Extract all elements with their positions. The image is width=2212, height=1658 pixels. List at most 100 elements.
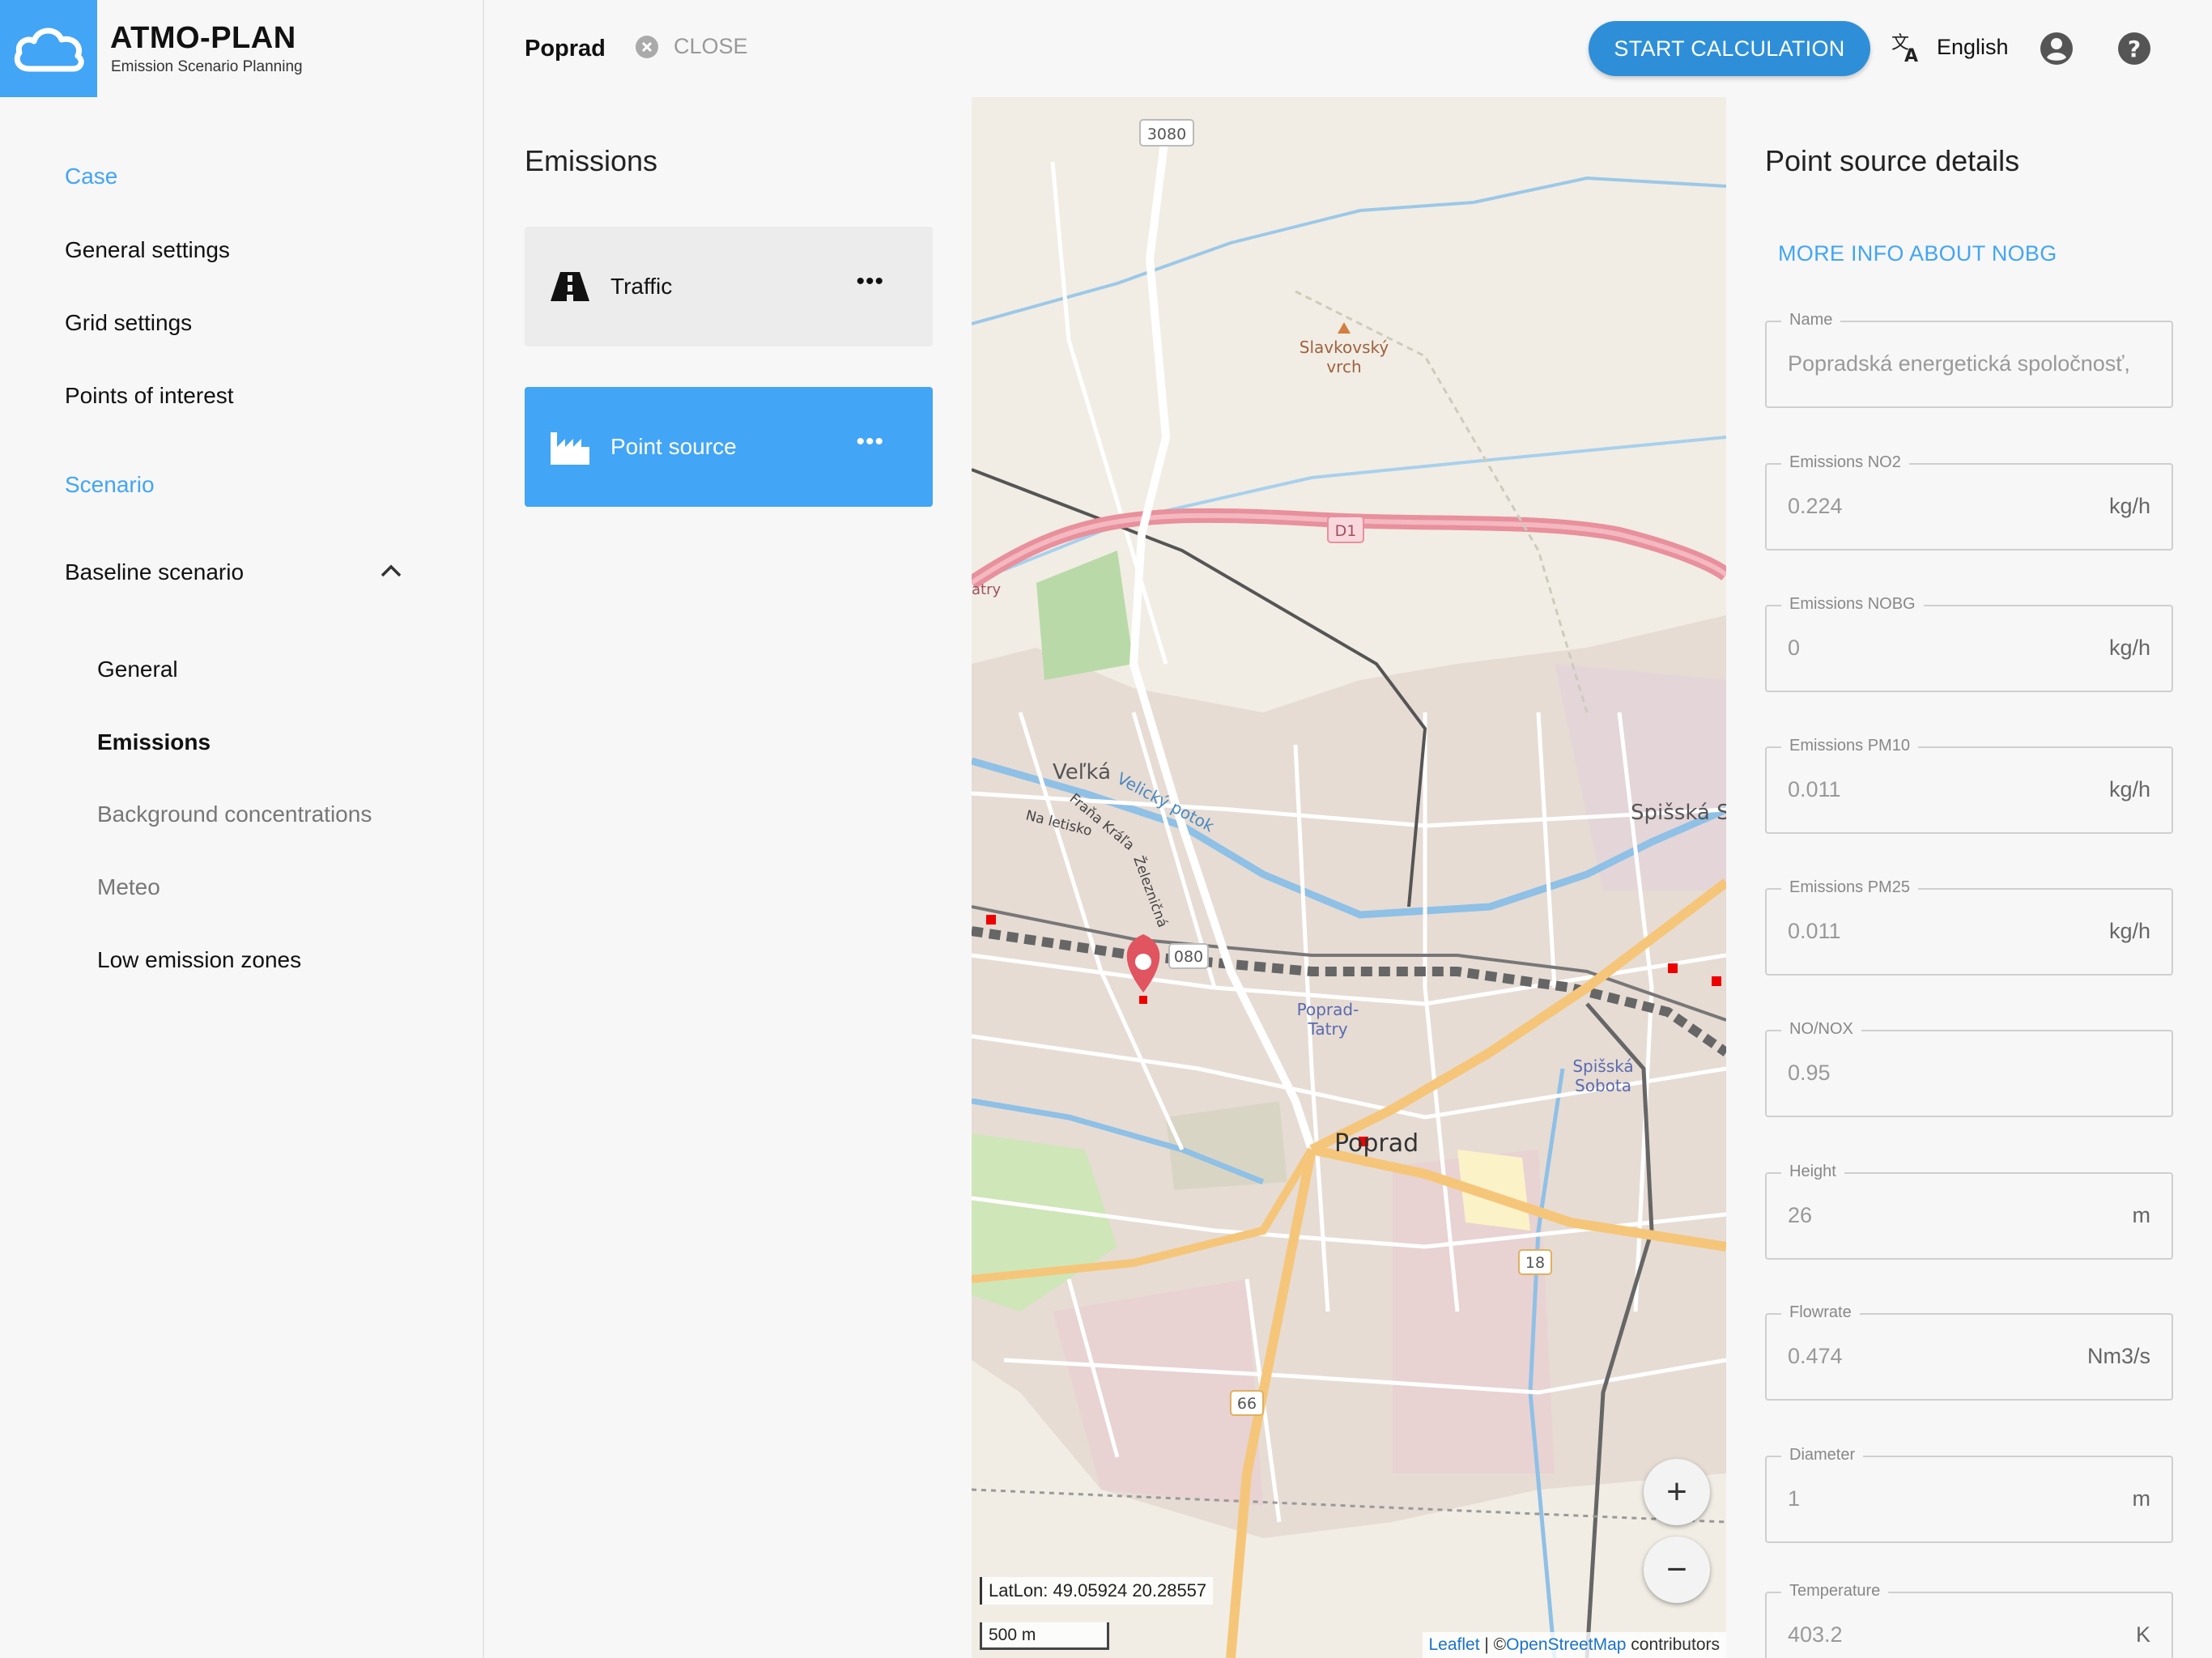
traffic-label: Traffic [610, 274, 673, 299]
field-value[interactable]: 0 [1788, 636, 1800, 661]
field-unit: kg/h [2108, 777, 2150, 801]
field-no-nox[interactable]: NO/NOX 0.95 [1765, 1020, 2173, 1117]
zoom-in-button[interactable]: + [1644, 1459, 1710, 1525]
nav-meteo[interactable]: Meteo [97, 874, 160, 900]
close-button[interactable]: CLOSE [635, 34, 748, 59]
nav-section-case[interactable]: Case [65, 164, 117, 189]
attribution-tail: contributors [1626, 1635, 1720, 1654]
nav-points-of-interest[interactable]: Points of interest [65, 383, 234, 409]
field-unit: kg/h [2108, 919, 2150, 943]
field-value[interactable]: 0.011 [1788, 919, 1841, 944]
emission-card-point-source[interactable]: Point source ••• [525, 387, 933, 507]
nav-low-emission-zones[interactable]: Low emission zones [97, 947, 301, 973]
point-source-menu-icon[interactable]: ••• [856, 430, 884, 454]
field-height[interactable]: Height 26 m [1765, 1163, 2173, 1260]
field-value[interactable]: 403.2 [1788, 1622, 1843, 1647]
account-icon[interactable] [2039, 31, 2074, 66]
label-080: 080 [1174, 948, 1203, 966]
nav-general[interactable]: General [97, 657, 178, 682]
brand-title: ATMO-PLAN [110, 21, 296, 55]
field-emissions-pm25[interactable]: Emissions PM25 0.011 kg/h [1765, 878, 2173, 976]
cloud-icon [14, 28, 84, 72]
emissions-heading: Emissions [525, 144, 658, 177]
map[interactable]: 3080 D1 080 18 66 Slavkovský vrch Veľká … [972, 97, 1726, 1658]
field-value[interactable]: Popradská energetická spoločnosť, [1788, 351, 2130, 376]
attribution-sep: | © [1479, 1635, 1507, 1654]
field-unit: kg/h [2108, 494, 2150, 518]
label-vrch: vrch [1326, 357, 1361, 376]
field-label: Height [1781, 1163, 1844, 1181]
nav-general-settings[interactable]: General settings [65, 237, 230, 263]
peak-icon [1338, 322, 1351, 334]
road-icon [551, 272, 589, 301]
field-temperature[interactable]: Temperature 403.2 K [1765, 1582, 2173, 1658]
help-icon[interactable]: ? [2116, 31, 2152, 66]
nav-background-concentrations[interactable]: Background concentrations [97, 801, 372, 827]
field-value[interactable]: 0.95 [1788, 1061, 1831, 1086]
field-value[interactable]: 0.011 [1788, 777, 1841, 802]
field-emissions-pm10[interactable]: Emissions PM10 0.011 kg/h [1765, 737, 2173, 834]
more-info-nobg-link[interactable]: MORE INFO ABOUT NOBG [1778, 241, 2057, 266]
poi-marker [1668, 963, 1678, 973]
field-emissions-nobg[interactable]: Emissions NOBG 0 kg/h [1765, 595, 2173, 692]
point-source-label: Point source [610, 434, 737, 459]
river [972, 176, 1726, 325]
field-flowrate[interactable]: Flowrate 0.474 Nm3/s [1765, 1303, 2173, 1401]
field-label: Emissions PM25 [1781, 878, 1918, 897]
field-value[interactable]: 0.224 [1788, 494, 1843, 519]
field-label: Diameter [1781, 1446, 1864, 1465]
map-attribution: Leaflet | ©OpenStreetMap contributors [1422, 1632, 1726, 1658]
field-value[interactable]: 0.474 [1788, 1344, 1843, 1369]
language-label: English [1937, 34, 2009, 59]
field-label: Emissions PM10 [1781, 737, 1918, 755]
logo [0, 0, 97, 97]
app-root: ATMO-PLAN Emission Scenario Planning Cas… [0, 0, 2212, 1658]
field-label: NO/NOX [1781, 1020, 1861, 1039]
brand-subtitle: Emission Scenario Planning [111, 58, 303, 75]
nav-section-scenario[interactable]: Scenario [65, 472, 155, 498]
emission-card-traffic[interactable]: Traffic ••• [525, 227, 933, 346]
label-poprad-tatry-2: Tatry [1307, 1019, 1347, 1039]
label-poprad: Poprad [1334, 1129, 1419, 1158]
nav-baseline-scenario[interactable]: Baseline scenario [65, 559, 244, 585]
label-velka: Veľká [1053, 760, 1111, 784]
field-value[interactable]: 1 [1788, 1486, 1800, 1511]
label-spisska-sobota-2: Sobota [1575, 1076, 1631, 1095]
field-name[interactable]: Name Popradská energetická spoločnosť, [1765, 311, 2173, 408]
label-18: 18 [1525, 1254, 1545, 1272]
osm-link[interactable]: OpenStreetMap [1506, 1635, 1626, 1654]
poi-marker [986, 915, 996, 925]
label-spisska: Spišská S [1631, 801, 1726, 825]
poi-marker [1712, 976, 1721, 986]
close-circle-icon [636, 35, 658, 58]
field-label: Temperature [1781, 1582, 1889, 1601]
field-label: Emissions NOBG [1781, 595, 1924, 614]
nav-emissions[interactable]: Emissions [97, 729, 211, 755]
field-value[interactable]: 26 [1788, 1203, 1812, 1228]
label-slavkovsky: Slavkovský [1300, 338, 1389, 357]
river [972, 436, 1726, 585]
start-calculation-button[interactable]: START CALCULATION [1589, 21, 1870, 76]
close-label: CLOSE [674, 34, 748, 58]
nav-grid-settings[interactable]: Grid settings [65, 310, 192, 336]
map-tiles: 3080 D1 080 18 66 Slavkovský vrch Veľká … [972, 119, 1726, 1658]
language-selector[interactable]: 文 A English [1890, 31, 2009, 63]
field-label: Flowrate [1781, 1303, 1860, 1322]
field-emissions-no2[interactable]: Emissions NO2 0.224 kg/h [1765, 453, 2173, 551]
traffic-menu-icon[interactable]: ••• [856, 270, 884, 294]
factory-icon [551, 432, 589, 465]
marker-dot [1135, 954, 1151, 970]
field-label: Name [1781, 311, 1841, 329]
label-tatry-edge: atry [972, 581, 1001, 598]
park-area [1036, 551, 1134, 680]
zoom-out-button[interactable]: − [1644, 1537, 1710, 1603]
sidebar: ATMO-PLAN Emission Scenario Planning Cas… [0, 0, 484, 1658]
svg-text:A: A [1904, 46, 1918, 63]
label-3080: 3080 [1147, 125, 1186, 143]
field-unit: Nm3/s [2087, 1344, 2150, 1368]
chevron-up-icon[interactable] [379, 562, 403, 580]
map-scale: 500 m [980, 1622, 1109, 1650]
leaflet-link[interactable]: Leaflet [1429, 1635, 1480, 1654]
field-diameter[interactable]: Diameter 1 m [1765, 1446, 2173, 1543]
label-66: 66 [1237, 1395, 1257, 1413]
